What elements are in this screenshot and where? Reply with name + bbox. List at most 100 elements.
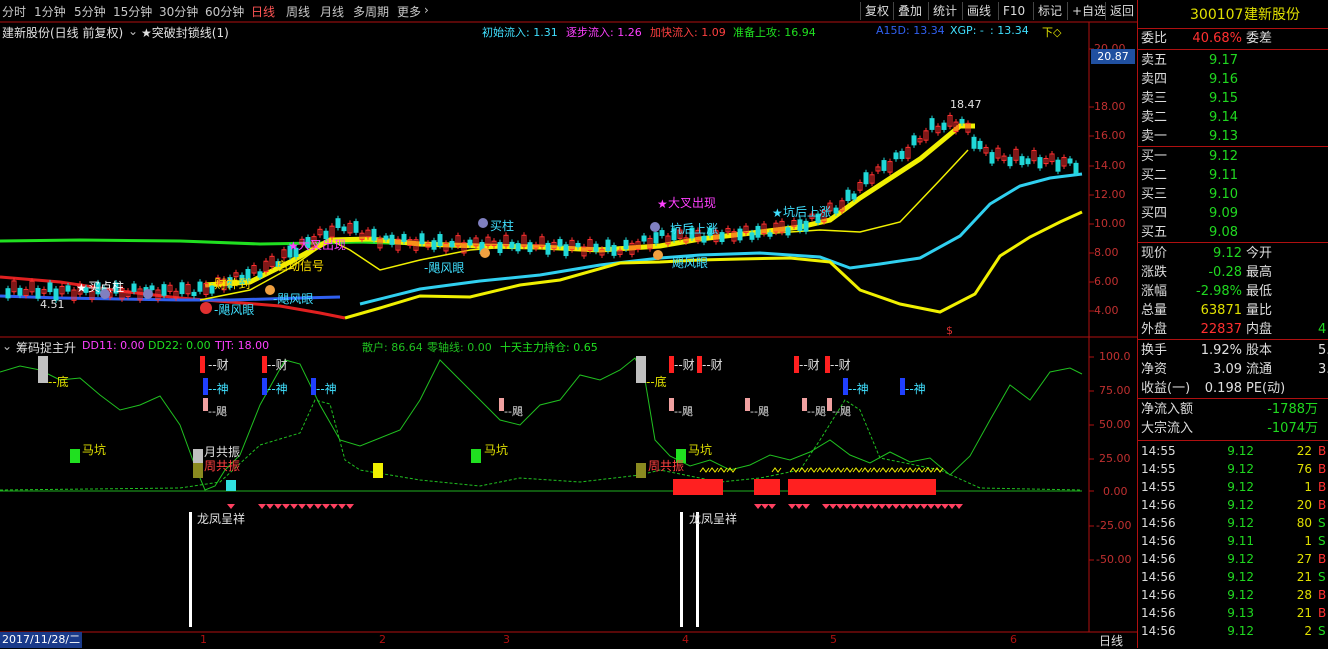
quote-row: 总量 63871 量比: [1138, 301, 1328, 320]
candle-body: [401, 233, 407, 242]
red-block: [673, 479, 723, 495]
sub-label-shen: --神: [267, 382, 288, 396]
quote-label: 换手: [1141, 343, 1168, 358]
sub-label-makeng: 马坑: [688, 443, 713, 457]
gem-icon: [754, 504, 762, 509]
sub-label-shen: --神: [316, 382, 337, 396]
sub-chevron-icon[interactable]: ⌄: [2, 339, 12, 353]
trade-row: 14:56 9.12 27 B: [1138, 550, 1328, 568]
ask-label: 卖二: [1141, 110, 1168, 125]
weibi-label: 委比: [1141, 31, 1168, 46]
candle-body: [1019, 156, 1025, 166]
candle-body: [257, 271, 263, 278]
bid-row[interactable]: 买三 9.10: [1138, 185, 1328, 204]
hand-icon: [653, 250, 663, 260]
gem-icon: [913, 504, 921, 509]
quote-value-2: 5.: [1318, 343, 1328, 358]
quote-value: 3.09: [1213, 362, 1242, 377]
bid-label: 买三: [1141, 187, 1168, 202]
candle-body: [623, 239, 629, 250]
candle-body: [977, 140, 983, 150]
gem-icon: [850, 504, 858, 509]
ask-row[interactable]: 卖二 9.14: [1138, 108, 1328, 127]
zigzag-mark: [933, 467, 944, 473]
candle-body: [881, 160, 887, 171]
price-axis-label: 6.00: [1094, 275, 1119, 288]
indicator-down[interactable]: 下◇: [1042, 24, 1061, 40]
candle-body: [1055, 159, 1061, 172]
gem-icon: [266, 504, 274, 509]
quote-label: 涨跌: [1141, 265, 1168, 280]
hand-icon: [480, 248, 490, 258]
trade-time: 14:56: [1141, 606, 1176, 620]
bid-price: 9.08: [1209, 225, 1238, 240]
trade-price: 9.11: [1227, 534, 1254, 548]
ask-row[interactable]: 卖一 9.13: [1138, 127, 1328, 146]
bid-row[interactable]: 买二 9.11: [1138, 166, 1328, 185]
candle-body: [797, 219, 803, 231]
price-axis-label: 18.00: [1094, 100, 1126, 113]
candle-body: [593, 243, 599, 252]
candle-body: [785, 227, 791, 236]
indicator-xgp: XGP: -: [950, 24, 984, 37]
flow-value: -1788万: [1267, 402, 1318, 417]
candle-body: [941, 122, 947, 130]
high-price-label: 18.47: [950, 98, 982, 111]
gem-icon: [885, 504, 893, 509]
bid-row[interactable]: 买四 9.09: [1138, 204, 1328, 223]
zigzag-mark: [699, 467, 710, 473]
gem-icon: [258, 504, 266, 509]
candle-body: [899, 150, 905, 159]
trade-flag: B: [1318, 552, 1327, 566]
quote-row: 收益(一) 0.198 PE(动): [1138, 379, 1328, 398]
longfeng-line: [680, 512, 683, 627]
quote-label-2: 最低: [1246, 284, 1273, 299]
trade-price: 9.12: [1227, 462, 1254, 476]
sub-label-ju: --飓: [807, 405, 826, 418]
bid-row[interactable]: 买五 9.08: [1138, 223, 1328, 242]
sub-label-ju: --飓: [674, 405, 693, 418]
chevron-down-icon[interactable]: ⌄: [128, 24, 138, 38]
quote-label: 现价: [1141, 246, 1168, 261]
sub-label-shen: --神: [905, 382, 926, 396]
bid-row[interactable]: 买一 9.12: [1138, 147, 1328, 166]
trade-flag: S: [1318, 534, 1326, 548]
gem-icon: [829, 504, 837, 509]
red-block: [788, 479, 936, 495]
gem-icon: [298, 504, 306, 509]
quote-row: 现价 9.12 今开: [1138, 244, 1328, 263]
zigzag-mark: [852, 467, 863, 473]
kline-chart[interactable]: 18.47 4.51 买点柱 大叉出现 大叉出现 坑后上涨 坑后上涨 买柱 -飓…: [0, 0, 1137, 648]
current-price-highlight: 20.87: [1091, 49, 1135, 64]
candle-body: [179, 282, 185, 295]
zigzag-mark: [870, 467, 881, 473]
flow-row: 大宗流入 -1074万: [1138, 419, 1328, 438]
zigzag-mark: [717, 467, 728, 473]
study-name[interactable]: ★突破封锁线(1): [141, 24, 229, 41]
gem-icon: [314, 504, 322, 509]
gem-icon: [795, 504, 803, 509]
ask-row[interactable]: 卖三 9.15: [1138, 89, 1328, 108]
quote-row: 净资 3.09 流通 3.: [1138, 360, 1328, 379]
quote-label-2: PE(动): [1246, 381, 1286, 396]
sub-chart-title[interactable]: 筹码捉主升: [16, 339, 76, 356]
candle-body: [845, 189, 851, 201]
ask-row[interactable]: 卖四 9.16: [1138, 70, 1328, 89]
cai-marker: [200, 356, 205, 373]
trade-time: 14:55: [1141, 480, 1176, 494]
sub-axis-label: 100.0: [1099, 350, 1131, 363]
trade-time: 14:56: [1141, 498, 1176, 512]
period-indicator[interactable]: 日线: [1099, 632, 1123, 649]
di-marker: [636, 356, 646, 383]
gem-icon: [346, 504, 354, 509]
candle-body: [989, 152, 995, 164]
ask-row[interactable]: 卖五 9.17: [1138, 51, 1328, 70]
ask-label: 卖三: [1141, 91, 1168, 106]
gem-icon: [892, 504, 900, 509]
quote-row: 涨跌 -0.28 最高: [1138, 263, 1328, 282]
trade-row: 14:56 9.12 2 S: [1138, 622, 1328, 640]
gem-icon: [948, 504, 956, 509]
candle-body: [1073, 162, 1079, 174]
flow-label: 大宗流入: [1141, 421, 1194, 436]
candle-body: [515, 243, 521, 252]
